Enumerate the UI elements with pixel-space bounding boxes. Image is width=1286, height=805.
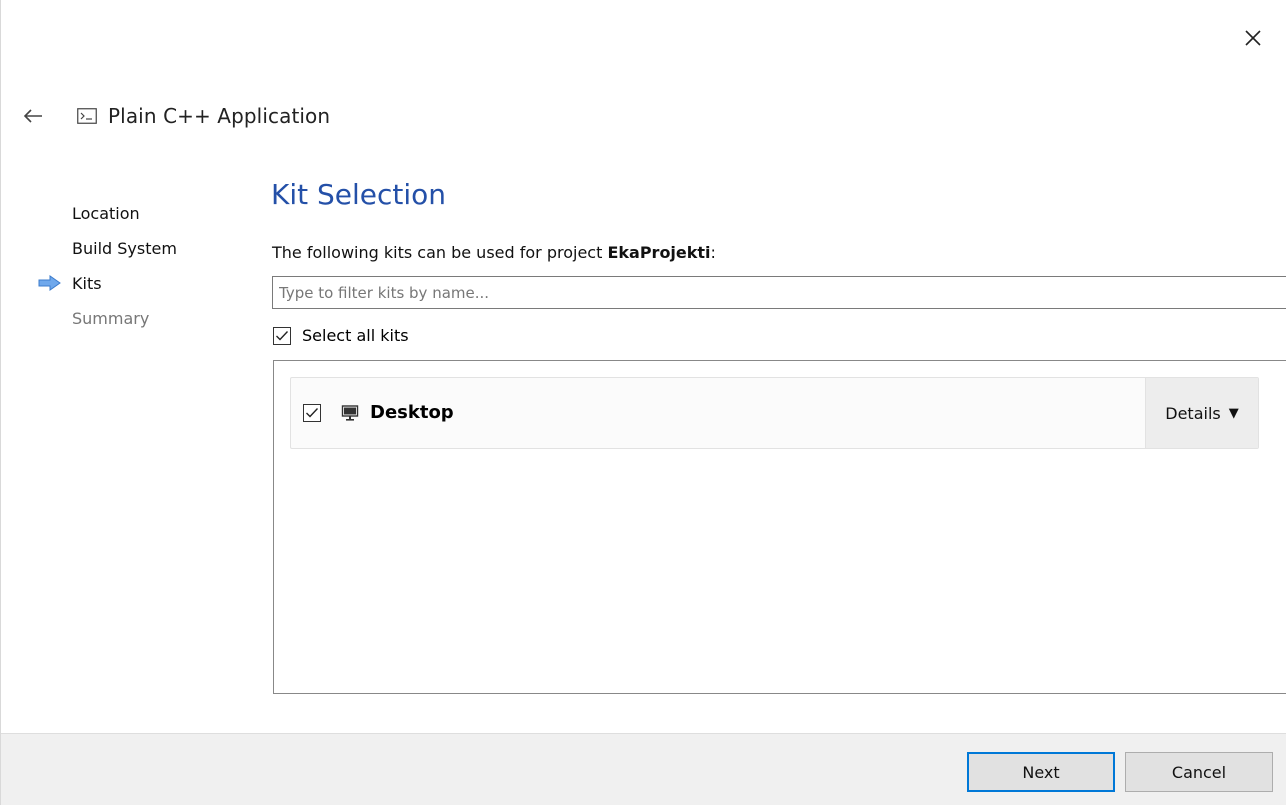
checkmark-icon: [276, 330, 289, 341]
close-icon[interactable]: [1238, 23, 1268, 53]
intro-text: The following kits can be used for proje…: [272, 243, 716, 262]
kit-filter-input[interactable]: [272, 276, 1286, 309]
wizard-steps: Location Build System Kits Summary: [38, 202, 177, 342]
project-name: EkaProjekti: [607, 243, 711, 262]
cancel-button[interactable]: Cancel: [1125, 752, 1273, 792]
kit-details-button[interactable]: Details ▼: [1145, 378, 1258, 448]
select-all-kits-checkbox[interactable]: Select all kits: [273, 326, 409, 345]
kit-row-desktop: Desktop Details ▼: [290, 377, 1259, 449]
step-kits: Kits: [38, 272, 177, 307]
checkmark-icon: [306, 408, 319, 418]
caret-down-icon: ▼: [1228, 405, 1239, 421]
details-label: Details: [1165, 403, 1221, 423]
step-location: Location: [38, 202, 177, 237]
current-step-arrow-icon: [38, 275, 61, 291]
step-label: Kits: [72, 274, 102, 293]
step-summary: Summary: [38, 307, 177, 342]
terminal-icon: [77, 108, 97, 124]
back-arrow-icon[interactable]: [23, 108, 43, 124]
monitor-icon: [341, 405, 359, 421]
wizard-header: Plain C++ Application: [23, 100, 330, 132]
step-label: Build System: [72, 239, 177, 258]
wizard-title: Plain C++ Application: [108, 104, 331, 128]
kit-list: Desktop Details ▼: [273, 360, 1286, 694]
checkbox-box[interactable]: [273, 326, 291, 345]
page-title: Kit Selection: [271, 178, 447, 211]
intro-prefix: The following kits can be used for proje…: [272, 243, 608, 262]
next-button[interactable]: Next: [967, 752, 1115, 792]
wizard-window: Plain C++ Application Location Build Sys…: [0, 0, 1286, 805]
kit-name: Desktop: [370, 402, 454, 423]
step-label: Location: [72, 204, 140, 223]
wizard-footer: Next Cancel: [1, 733, 1286, 805]
kit-desktop-checkbox[interactable]: [303, 404, 321, 422]
select-all-label: Select all kits: [302, 326, 409, 345]
step-build-system: Build System: [38, 237, 177, 272]
step-label: Summary: [72, 309, 150, 328]
intro-suffix: :: [710, 243, 716, 262]
